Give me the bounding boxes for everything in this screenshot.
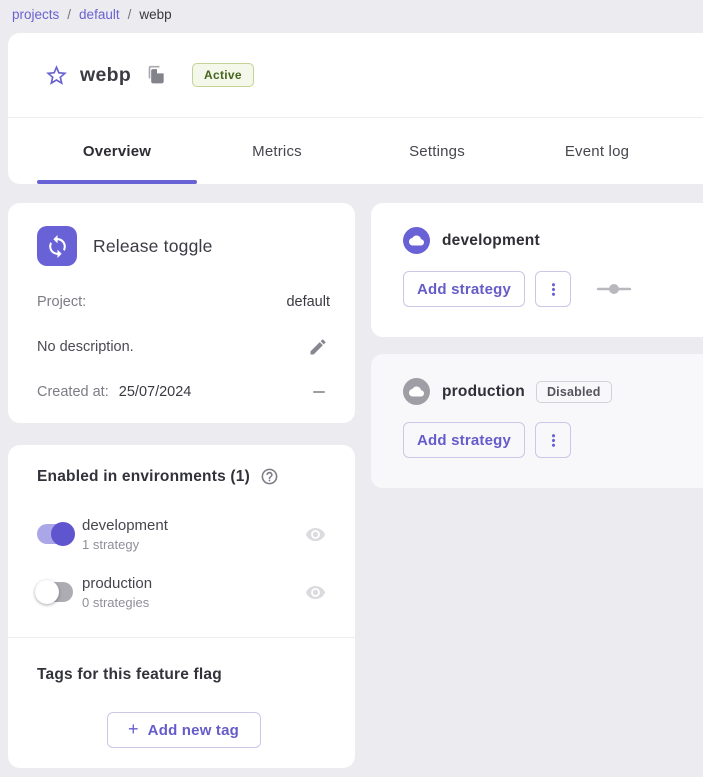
toggle-thumb (51, 522, 75, 546)
environment-name: development (82, 517, 304, 534)
panel-environment-name: production (442, 383, 525, 401)
tab-bar: Overview Metrics Settings Event log (8, 118, 703, 184)
toggle-thumb (35, 580, 59, 604)
panel-actions: Add strategy (403, 271, 703, 307)
panel-environment-name: development (442, 232, 540, 250)
development-toggle[interactable] (37, 524, 73, 544)
created-at-label: Created at: (37, 384, 109, 400)
flag-header-card: webp Active Overview Metrics Settings Ev… (8, 33, 703, 184)
created-at-row: Created at: 25/07/2024 (37, 381, 330, 403)
environment-strategy-count: 1 strategy (82, 537, 304, 552)
tab-metrics[interactable]: Metrics (197, 118, 357, 184)
project-row: Project: default (37, 291, 330, 313)
status-badge: Active (192, 63, 254, 87)
add-strategy-button-development[interactable]: Add strategy (403, 271, 525, 307)
created-at-group: Created at: 25/07/2024 (37, 384, 191, 400)
production-toggle[interactable] (37, 582, 73, 602)
environment-text: development 1 strategy (82, 517, 304, 552)
environments-card: Enabled in environments (1) development … (8, 445, 355, 768)
tags-section-title: Tags for this feature flag (37, 666, 330, 684)
favorite-star-icon[interactable] (43, 62, 69, 88)
edit-description-icon[interactable] (306, 335, 330, 359)
breadcrumb-separator: / (67, 7, 71, 22)
environment-menu-button[interactable] (535, 422, 571, 458)
strategy-marker-icon (596, 283, 632, 295)
plus-icon: + (128, 719, 139, 740)
panel-header: development (403, 227, 703, 254)
project-label: Project: (37, 294, 86, 310)
description-text: No description. (37, 339, 134, 355)
panel-actions: Add strategy (403, 422, 703, 458)
feature-flag-page: projects / default / webp webp Active (0, 0, 703, 777)
environment-row-production: production 0 strategies (37, 574, 330, 610)
environment-row-development: development 1 strategy (37, 516, 330, 552)
add-tag-label: Add new tag (148, 722, 239, 739)
flag-type-header: Release toggle (37, 226, 330, 266)
breadcrumb-default-project[interactable]: default (79, 7, 120, 22)
release-toggle-icon (37, 226, 77, 266)
card-divider (8, 637, 355, 638)
production-strategies-panel: production Disabled Add strategy (371, 354, 703, 488)
panel-header: production Disabled (403, 378, 703, 405)
lifecycle-dash-icon (313, 391, 325, 394)
tab-overview[interactable]: Overview (37, 118, 197, 184)
flag-details-card: Release toggle Project: default No descr… (8, 203, 355, 423)
add-new-tag-button[interactable]: + Add new tag (107, 712, 261, 748)
tab-event-log[interactable]: Event log (517, 118, 677, 184)
add-strategy-button-production[interactable]: Add strategy (403, 422, 525, 458)
visibility-eye-icon[interactable] (304, 581, 326, 603)
breadcrumb-separator: / (128, 7, 132, 22)
development-strategies-panel: development Add strategy (371, 203, 703, 337)
development-cloud-icon (403, 227, 430, 254)
flag-type-label: Release toggle (93, 236, 213, 257)
copy-flag-name-icon[interactable] (146, 64, 168, 86)
active-tab-indicator (37, 180, 197, 184)
flag-name: webp (80, 64, 131, 87)
environment-name: production (82, 575, 304, 592)
help-icon[interactable] (260, 467, 279, 486)
tab-settings[interactable]: Settings (357, 118, 517, 184)
breadcrumb: projects / default / webp (12, 0, 172, 28)
visibility-eye-icon[interactable] (304, 523, 326, 545)
environment-strategy-count: 0 strategies (82, 595, 304, 610)
production-cloud-icon (403, 378, 430, 405)
environments-header: Enabled in environments (1) (37, 467, 330, 486)
environment-text: production 0 strategies (82, 575, 304, 610)
breadcrumb-projects[interactable]: projects (12, 7, 59, 22)
description-row: No description. (37, 335, 330, 359)
project-value: default (286, 294, 330, 310)
breadcrumb-current-flag: webp (139, 7, 171, 22)
environments-title: Enabled in environments (1) (37, 468, 250, 486)
created-at-value: 25/07/2024 (119, 384, 192, 400)
flag-title-row: webp Active (8, 33, 703, 117)
environment-menu-button[interactable] (535, 271, 571, 307)
disabled-badge: Disabled (536, 381, 612, 403)
